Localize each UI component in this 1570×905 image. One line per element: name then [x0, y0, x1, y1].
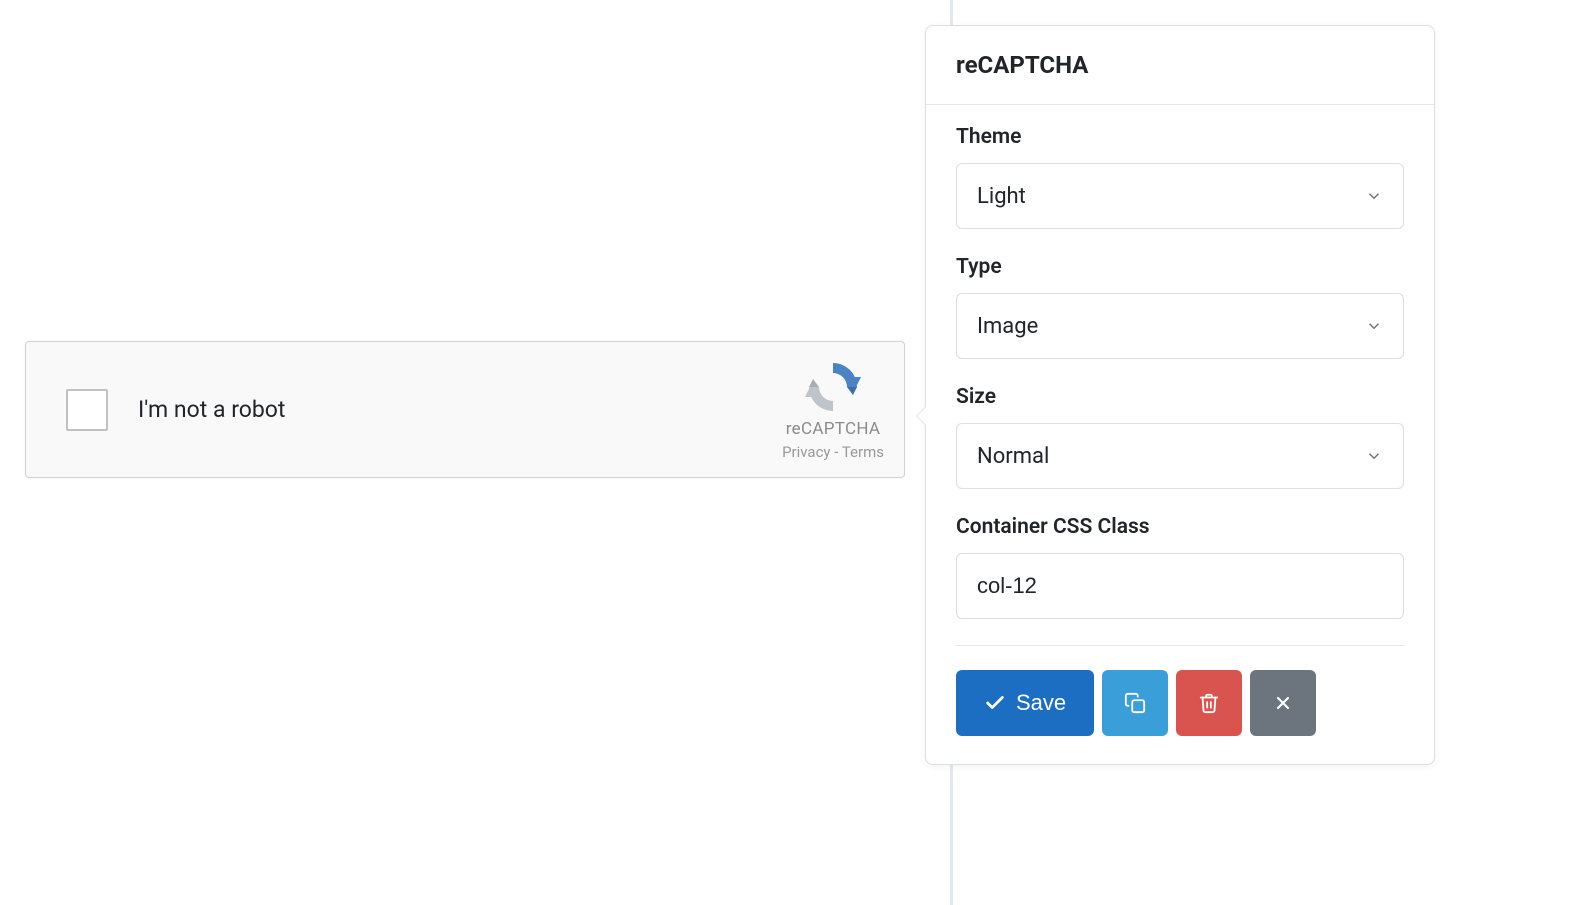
settings-panel: reCAPTCHA Theme Light Type Image Size — [925, 25, 1435, 765]
check-icon — [984, 692, 1006, 714]
recaptcha-legal-links: Privacy - Terms — [782, 443, 884, 461]
recaptcha-brand-text: reCAPTCHA — [786, 419, 881, 439]
theme-value: Light — [977, 184, 1026, 209]
panel-header: reCAPTCHA — [926, 26, 1434, 105]
save-button-label: Save — [1016, 690, 1066, 716]
canvas-area: I'm not a robot reCAPTCHA Privacy - Term… — [0, 0, 950, 905]
container-class-label: Container CSS Class — [956, 515, 1404, 539]
separator: - — [831, 443, 842, 461]
recaptcha-left: I'm not a robot — [66, 389, 285, 431]
recaptcha-logo-icon — [803, 359, 863, 415]
type-label: Type — [956, 255, 1404, 279]
chevron-down-icon — [1365, 187, 1383, 205]
panel-body: Theme Light Type Image Size Normal — [926, 105, 1434, 619]
chevron-down-icon — [1365, 447, 1383, 465]
recaptcha-privacy-link[interactable]: Privacy — [782, 443, 830, 461]
field-size: Size Normal — [956, 385, 1404, 489]
panel-pointer — [916, 406, 926, 426]
theme-label: Theme — [956, 125, 1404, 149]
delete-button[interactable] — [1176, 670, 1242, 736]
close-button[interactable] — [1250, 670, 1316, 736]
panel-title: reCAPTCHA — [956, 51, 1404, 79]
recaptcha-widget[interactable]: I'm not a robot reCAPTCHA Privacy - Term… — [25, 341, 905, 478]
size-label: Size — [956, 385, 1404, 409]
trash-icon — [1198, 692, 1220, 714]
container-class-input[interactable] — [956, 553, 1404, 619]
recaptcha-branding: reCAPTCHA Privacy - Terms — [782, 359, 884, 461]
theme-select[interactable]: Light — [956, 163, 1404, 229]
close-icon — [1273, 693, 1293, 713]
type-select[interactable]: Image — [956, 293, 1404, 359]
recaptcha-terms-link[interactable]: Terms — [842, 443, 884, 461]
size-value: Normal — [977, 444, 1049, 469]
panel-footer: Save — [956, 645, 1404, 764]
chevron-down-icon — [1365, 317, 1383, 335]
save-button[interactable]: Save — [956, 670, 1094, 736]
size-select[interactable]: Normal — [956, 423, 1404, 489]
copy-button[interactable] — [1102, 670, 1168, 736]
field-type: Type Image — [956, 255, 1404, 359]
field-container-class: Container CSS Class — [956, 515, 1404, 619]
field-theme: Theme Light — [956, 125, 1404, 229]
recaptcha-label: I'm not a robot — [138, 396, 285, 423]
type-value: Image — [977, 314, 1038, 339]
copy-icon — [1124, 692, 1146, 714]
recaptcha-checkbox[interactable] — [66, 389, 108, 431]
